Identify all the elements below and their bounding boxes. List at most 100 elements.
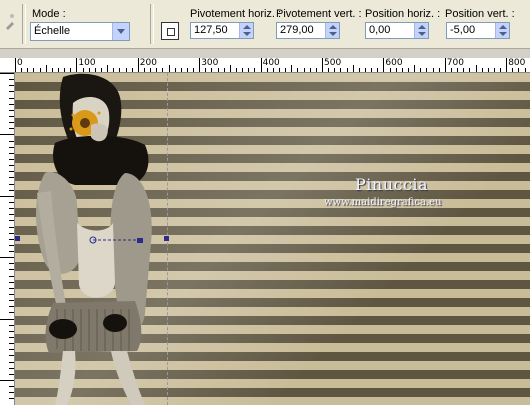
- ruler-minor-tick: [94, 68, 96, 72]
- ruler-minor-tick: [389, 68, 391, 72]
- watermark-site: www.maidiregrafica.eu: [324, 197, 442, 208]
- ruler-minor-tick: [39, 68, 41, 72]
- ruler-minor-tick: [131, 68, 133, 72]
- spin-arrows-icon[interactable]: [239, 23, 253, 38]
- ruler-minor-tick: [9, 330, 14, 332]
- ruler-minor-tick: [450, 68, 452, 72]
- ruler-minor-tick: [33, 68, 35, 72]
- chevron-down-icon[interactable]: [112, 23, 129, 40]
- toolbar-grip[interactable]: [2, 4, 18, 42]
- vertical-ruler: [0, 73, 15, 405]
- spin-arrows-icon[interactable]: [325, 23, 339, 38]
- ruler-minor-tick: [377, 68, 379, 72]
- ruler-minor-tick: [205, 68, 207, 72]
- ruler-minor-tick: [9, 337, 14, 339]
- ruler-minor-tick: [242, 68, 244, 72]
- ruler-minor-tick: [9, 244, 14, 246]
- ruler-minor-tick: [70, 68, 72, 72]
- ruler-minor-tick: [334, 68, 336, 72]
- selection-bounds[interactable]: [15, 73, 168, 405]
- ruler-minor-tick: [0, 257, 14, 259]
- ruler-minor-tick: [186, 68, 188, 72]
- ruler-minor-tick: [9, 300, 14, 302]
- ruler-major-tick: [76, 58, 78, 72]
- transform-handle-left[interactable]: [15, 236, 20, 241]
- pos-h-label: Position horiz. :: [365, 8, 441, 20]
- pos-v-label: Position vert. :: [445, 8, 515, 20]
- ruler-minor-tick: [463, 68, 465, 72]
- ruler-minor-tick: [9, 85, 14, 87]
- ruler-minor-tick: [9, 373, 14, 375]
- ruler-minor-tick: [9, 349, 14, 351]
- ruler-minor-tick: [27, 68, 29, 72]
- ruler-minor-tick: [9, 171, 14, 173]
- pos-h-input[interactable]: 0,00: [365, 22, 429, 39]
- ruler-minor-tick: [285, 68, 287, 72]
- ruler-minor-tick: [254, 68, 256, 72]
- ruler-minor-tick: [9, 312, 14, 314]
- spin-arrows-icon[interactable]: [495, 23, 509, 38]
- ruler-minor-tick: [297, 68, 299, 72]
- ruler-minor-tick: [346, 68, 348, 72]
- ruler-minor-tick: [395, 68, 397, 72]
- ruler-minor-tick: [9, 128, 14, 130]
- ruler-minor-tick: [100, 68, 102, 72]
- ruler-minor-tick: [9, 398, 14, 400]
- ruler-minor-tick: [493, 68, 495, 72]
- rotation-handle[interactable]: [137, 238, 143, 243]
- ruler-minor-tick: [272, 68, 274, 72]
- mode-label: Mode :: [32, 8, 66, 20]
- image-canvas[interactable]: Pinuccia www.maidiregrafica.eu: [15, 73, 530, 405]
- ruler-minor-tick: [9, 355, 14, 357]
- pivot-v-input[interactable]: 279,00: [276, 22, 340, 39]
- ruler-minor-tick: [9, 177, 14, 179]
- ruler-minor-tick: [432, 68, 434, 72]
- ruler-minor-tick: [524, 68, 526, 72]
- ruler-minor-tick: [487, 68, 489, 72]
- ruler-minor-tick: [9, 220, 14, 222]
- spin-arrows-icon[interactable]: [414, 23, 428, 38]
- ruler-minor-tick: [426, 68, 428, 72]
- ruler-minor-tick: [168, 65, 170, 72]
- tool-options-bar: Mode : Échelle Pivotement horiz. : 127,5…: [0, 0, 530, 49]
- ruler-minor-tick: [291, 65, 293, 72]
- ruler-minor-tick: [266, 68, 268, 72]
- ruler-minor-tick: [143, 68, 145, 72]
- ruler-minor-tick: [279, 68, 281, 72]
- ruler-minor-tick: [9, 226, 14, 228]
- ruler-major-tick: [260, 58, 262, 72]
- ruler-minor-tick: [9, 165, 14, 167]
- ruler-minor-tick: [9, 146, 14, 148]
- ruler-label: 100: [78, 58, 96, 68]
- ruler-minor-tick: [9, 183, 14, 185]
- ruler-minor-tick: [352, 65, 354, 72]
- ruler-minor-tick: [9, 109, 14, 111]
- ruler-minor-tick: [57, 68, 59, 72]
- ruler-minor-tick: [0, 318, 14, 320]
- ruler-minor-tick: [475, 65, 477, 72]
- ruler-minor-tick: [303, 68, 305, 72]
- ruler-minor-tick: [358, 68, 360, 72]
- pivot-point-icon[interactable]: [161, 22, 179, 40]
- ruler-minor-tick: [9, 91, 14, 93]
- pivot-h-input[interactable]: 127,50: [190, 22, 254, 39]
- ruler-minor-tick: [9, 103, 14, 105]
- ruler-minor-tick: [407, 68, 409, 72]
- ruler-major-tick: [444, 58, 446, 72]
- ruler-minor-tick: [9, 232, 14, 234]
- mode-value: Échelle: [34, 25, 71, 37]
- ruler-major-tick: [15, 58, 16, 72]
- ruler-minor-tick: [9, 79, 14, 81]
- ruler-minor-tick: [9, 214, 14, 216]
- ruler-minor-tick: [82, 68, 84, 72]
- ruler-major-tick: [199, 58, 201, 72]
- ruler-minor-tick: [9, 306, 14, 308]
- transform-handle-right[interactable]: [164, 236, 169, 241]
- pos-v-input[interactable]: -5,00: [446, 22, 510, 39]
- ruler-minor-tick: [9, 189, 14, 191]
- ruler-label: 800: [508, 58, 526, 68]
- ruler-minor-tick: [481, 68, 483, 72]
- ruler-minor-tick: [113, 68, 115, 72]
- ruler-minor-tick: [88, 68, 90, 72]
- mode-select[interactable]: Échelle: [30, 22, 130, 41]
